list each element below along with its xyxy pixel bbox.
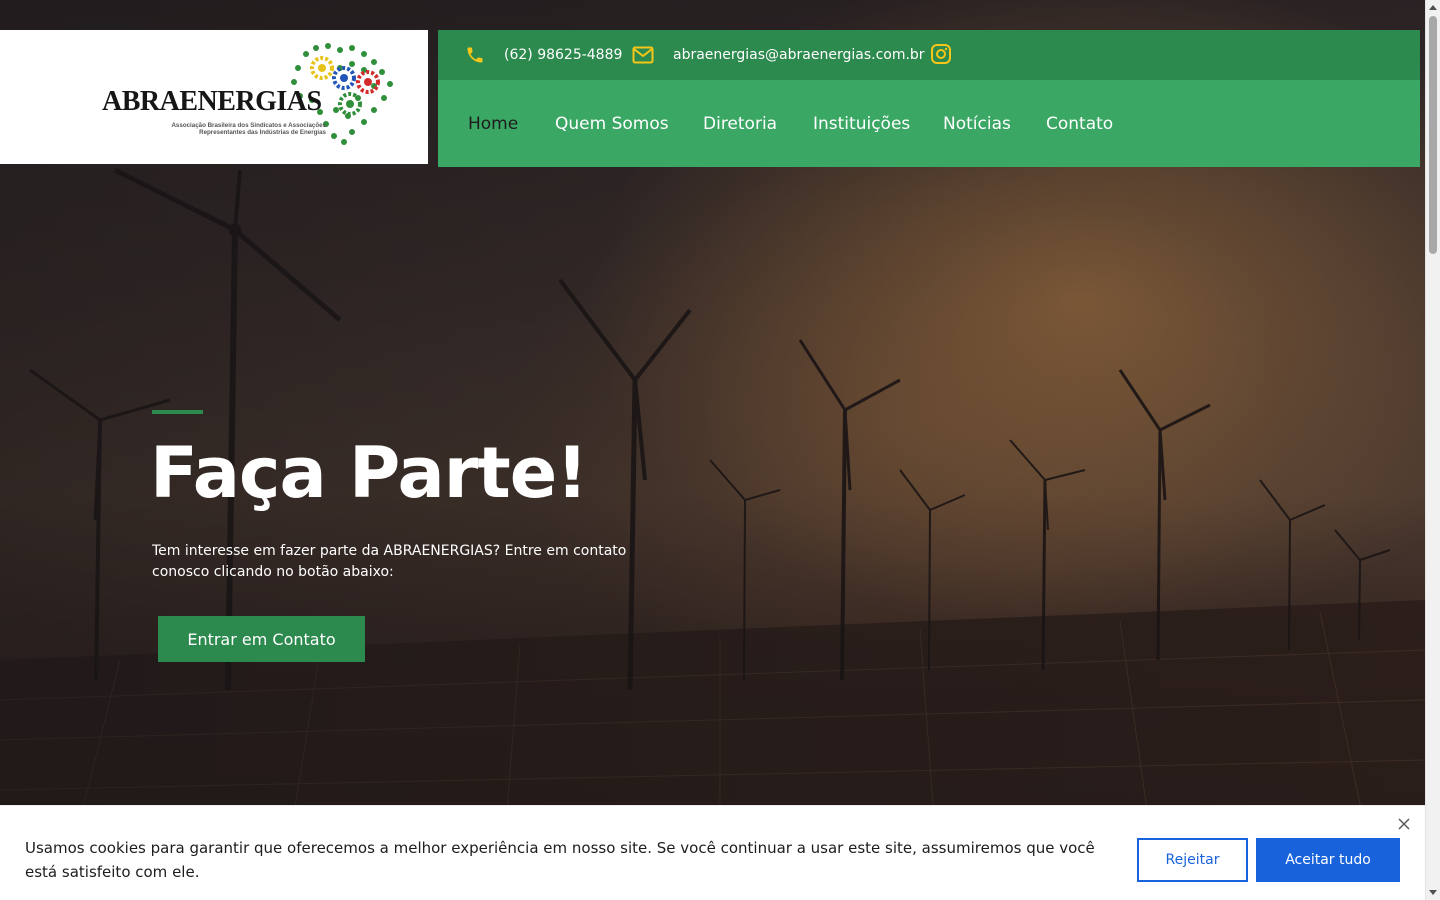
contact-cta-button[interactable]: Entrar em Contato — [158, 616, 365, 662]
main-navigation: Home Quem Somos Diretoria Instituições N… — [438, 80, 1420, 167]
envelope-icon — [632, 45, 654, 65]
scroll-up-arrow-icon[interactable] — [1429, 5, 1437, 10]
nav-item-noticias[interactable]: Notícias — [943, 80, 1011, 167]
scroll-thumb[interactable] — [1429, 16, 1437, 254]
hero-title: Faça Parte! — [150, 432, 588, 514]
logo-wordmark: ABRAENERGIAS — [102, 86, 322, 117]
phone-number[interactable]: (62) 98625-4889 — [504, 30, 622, 80]
reject-cookies-button[interactable]: Rejeitar — [1137, 838, 1248, 882]
close-icon[interactable] — [1396, 816, 1412, 832]
site-logo[interactable]: ABRAENERGIAS Associação Brasileira dos S… — [0, 30, 428, 164]
hero-accent-line — [152, 410, 203, 414]
email-address[interactable]: abraenergias@abraenergias.com.br — [673, 30, 925, 80]
nav-item-diretoria[interactable]: Diretoria — [703, 80, 777, 167]
instagram-icon[interactable] — [930, 43, 952, 65]
page-scrollbar[interactable] — [1425, 0, 1440, 900]
accept-all-cookies-button[interactable]: Aceitar tudo — [1256, 838, 1400, 882]
cookie-consent-banner: Usamos cookies para garantir que oferece… — [0, 805, 1425, 900]
nav-item-instituicoes[interactable]: Instituições — [813, 80, 910, 167]
scroll-down-arrow-icon[interactable] — [1429, 890, 1437, 895]
nav-item-contato[interactable]: Contato — [1046, 80, 1113, 167]
phone-icon — [464, 45, 486, 65]
nav-item-quem-somos[interactable]: Quem Somos — [555, 80, 669, 167]
contact-bar: (62) 98625-4889 abraenergias@abraenergia… — [438, 30, 1420, 80]
logo-subtitle: Associação Brasileira dos Sindicatos e A… — [171, 122, 326, 136]
hero-description: Tem interesse em fazer parte da ABRAENER… — [152, 543, 627, 580]
nav-item-home[interactable]: Home — [468, 80, 518, 167]
cookie-message: Usamos cookies para garantir que oferece… — [25, 839, 1095, 881]
